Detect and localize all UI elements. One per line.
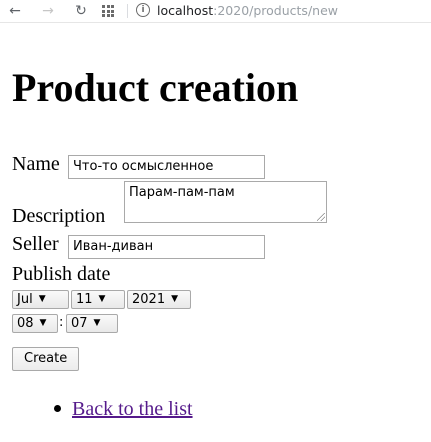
minute-value: 07	[71, 316, 88, 331]
chevron-down-icon: ▼	[39, 318, 47, 328]
name-label: Name	[12, 153, 60, 175]
site-info-icon[interactable]: i	[136, 3, 150, 17]
url-host: localhost	[157, 3, 214, 18]
name-input[interactable]: Что-то осмысленное	[68, 155, 265, 179]
browser-toolbar: ← → ↻ i localhost:2020/products/new	[0, 0, 431, 23]
day-value: 11	[76, 292, 93, 307]
time-separator: :	[59, 315, 64, 330]
toolbar-divider	[127, 4, 128, 18]
apps-grid-icon[interactable]	[102, 5, 114, 17]
description-textarea[interactable]: Парам-пам-пам	[124, 181, 327, 223]
chevron-down-icon: ▼	[98, 294, 106, 304]
year-select[interactable]: 2021 ▼	[127, 290, 191, 309]
bullet-icon	[54, 405, 61, 412]
forward-arrow-icon[interactable]: →	[39, 2, 57, 20]
month-value: Jul	[17, 292, 33, 307]
address-bar[interactable]: localhost:2020/products/new	[157, 2, 338, 20]
create-button[interactable]: Create	[12, 347, 80, 371]
list-item: Back to the list	[54, 398, 193, 420]
month-select[interactable]: Jul ▼	[12, 290, 69, 309]
description-text: Парам-пам-пам	[129, 185, 235, 200]
seller-label: Seller	[12, 233, 59, 255]
links-list: Back to the list	[54, 398, 193, 420]
chevron-down-icon: ▼	[93, 318, 101, 328]
page-title: Product creation	[12, 65, 299, 110]
hour-select[interactable]: 08 ▼	[12, 314, 58, 333]
year-value: 2021	[132, 292, 166, 307]
url-path: :2020/products/new	[213, 3, 338, 18]
chevron-down-icon: ▼	[171, 294, 179, 304]
chevron-down-icon: ▼	[38, 294, 46, 304]
reload-icon[interactable]: ↻	[72, 2, 90, 20]
hour-value: 08	[17, 316, 34, 331]
seller-input[interactable]: Иван-диван	[68, 235, 265, 259]
description-label: Description	[12, 205, 106, 227]
back-to-list-link[interactable]: Back to the list	[72, 398, 193, 420]
day-select[interactable]: 11 ▼	[71, 290, 125, 309]
back-arrow-icon[interactable]: ←	[6, 2, 24, 20]
resize-grip-icon[interactable]	[317, 213, 325, 221]
minute-select[interactable]: 07 ▼	[66, 314, 118, 333]
publish-date-label: Publish date	[12, 263, 111, 285]
